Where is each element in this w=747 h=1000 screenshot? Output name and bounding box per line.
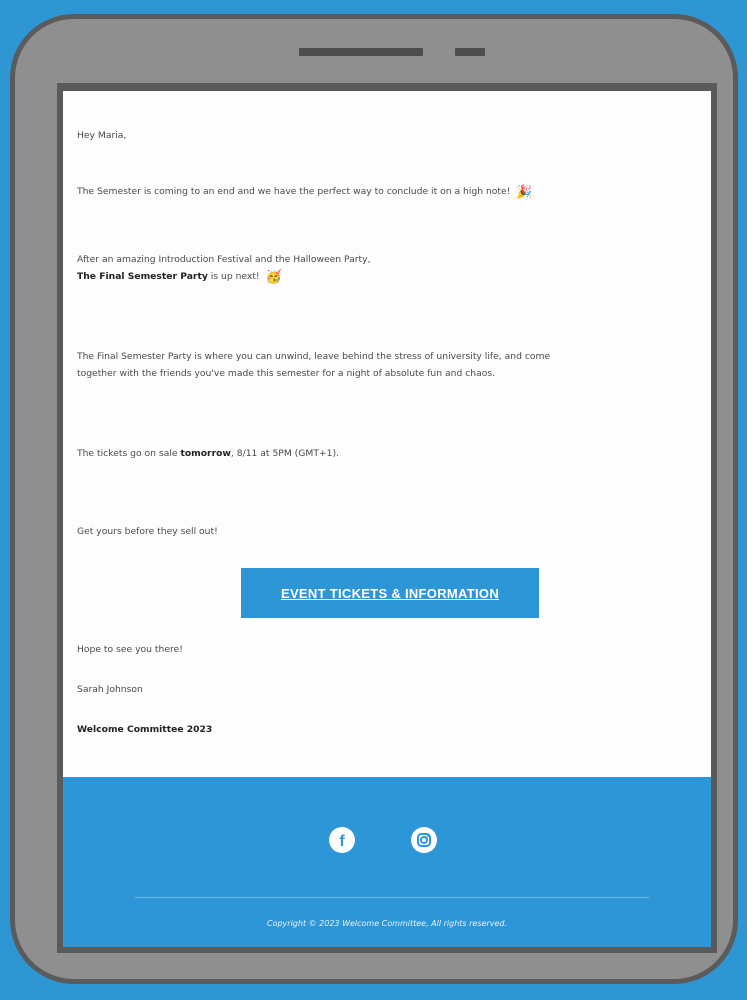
tickets-paragraph: The tickets go on sale tomorrow, 8/11 at… — [77, 445, 339, 462]
celebration-emoji-icon: 🥳 — [265, 270, 282, 285]
next-party-text: is up next! — [207, 271, 260, 282]
event-tickets-link[interactable]: EVENT TICKETS & INFORMATION — [281, 586, 499, 601]
email-screen: Hey Maria, The Semester is coming to an … — [57, 83, 717, 953]
tablet-camera — [455, 48, 485, 56]
description-paragraph: The Final Semester Party is where you ca… — [77, 348, 550, 382]
email-footer: f Copyright © 2023 Welcome Committee, Al… — [63, 777, 711, 947]
tablet-device: Hey Maria, The Semester is coming to an … — [10, 14, 738, 984]
copyright-text: Copyright © 2023 Welcome Committee, All … — [266, 919, 507, 928]
next-party-line: The Final Semester Party is up next! 🥳 — [77, 268, 371, 286]
tickets-prefix: The tickets go on sale — [77, 448, 181, 459]
intro-text: The Semester is coming to an end and we … — [77, 186, 511, 197]
facebook-icon[interactable]: f — [329, 827, 355, 853]
recap-line: After an amazing Introduction Festival a… — [77, 254, 371, 265]
instagram-icon[interactable] — [411, 827, 437, 853]
sign-off: Hope to see you there! — [77, 644, 183, 655]
party-name: The Final Semester Party — [77, 271, 208, 282]
get-yours-text: Get yours before they sell out! — [77, 526, 218, 537]
intro-paragraph: The Semester is coming to an end and we … — [77, 183, 533, 201]
footer-divider — [135, 897, 649, 898]
tickets-bold: tomorrow — [180, 448, 231, 459]
tablet-speaker — [299, 48, 423, 56]
tickets-suffix: , 8/11 at 5PM (GMT+1). — [230, 448, 339, 459]
description-line-1: The Final Semester Party is where you ca… — [77, 351, 551, 362]
event-tickets-button[interactable]: EVENT TICKETS & INFORMATION — [241, 568, 539, 618]
team-name: Welcome Committee 2023 — [77, 724, 213, 735]
greeting: Hey Maria, — [77, 130, 127, 141]
svg-text:f: f — [339, 833, 345, 850]
sender-name: Sarah Johnson — [77, 684, 143, 695]
recap-paragraph: After an amazing Introduction Festival a… — [77, 251, 371, 286]
party-popper-icon: 🎉 — [516, 185, 533, 200]
email-body: Hey Maria, The Semester is coming to an … — [63, 91, 711, 777]
description-line-2: together with the friends you've made th… — [77, 368, 496, 379]
